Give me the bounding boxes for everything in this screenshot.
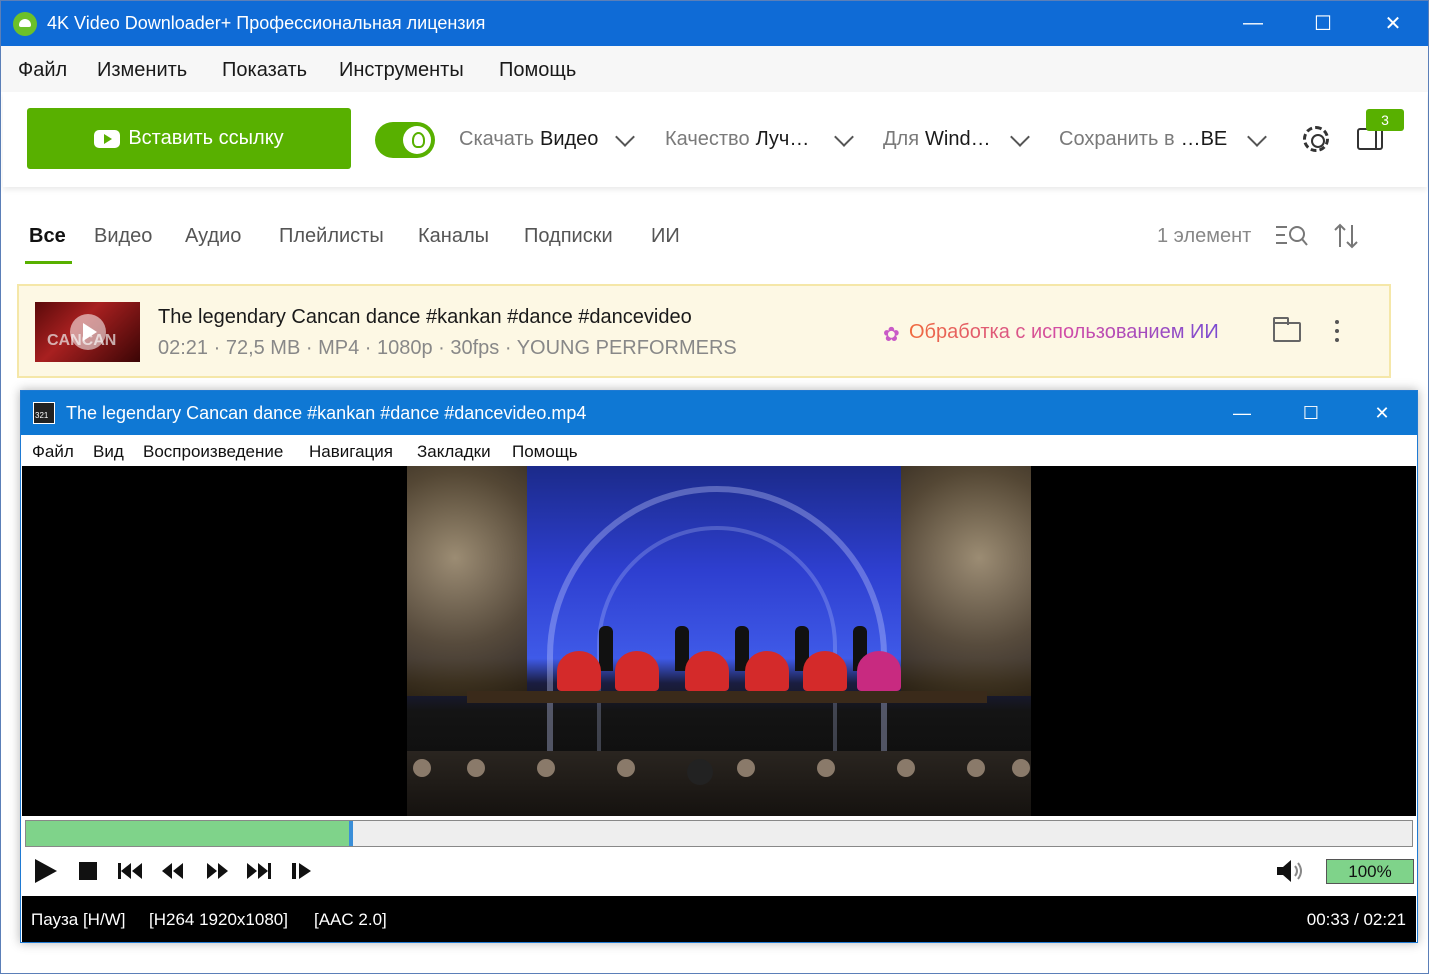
menu-tools[interactable]: Инструменты — [339, 59, 464, 82]
download-type-value: Видео — [540, 128, 599, 150]
tab-audio[interactable]: Аудио — [185, 225, 241, 248]
title-bar: 4K Video Downloader+ Профессиональная ли… — [1, 1, 1428, 46]
save-location-dropdown[interactable]: Сохранить в …BE — [1059, 128, 1227, 151]
player-title: The legendary Cancan dance #kankan #danc… — [66, 403, 587, 423]
play-icon[interactable] — [70, 314, 106, 350]
player-menu-file[interactable]: Файл — [32, 442, 74, 462]
format-dropdown[interactable]: Для Wind… — [883, 128, 991, 151]
frame-step-icon[interactable] — [289, 857, 317, 885]
quality-dropdown[interactable]: Качество Луч… — [665, 128, 809, 151]
download-item[interactable]: CANCAN The legendary Cancan dance #kanka… — [17, 284, 1391, 378]
orchestra-pit — [407, 751, 1031, 816]
status-audio-codec: [AAC 2.0] — [314, 910, 387, 929]
video-thumbnail[interactable]: CANCAN — [35, 302, 140, 362]
tab-all[interactable]: Все — [29, 225, 66, 248]
chevron-down-icon[interactable] — [1010, 127, 1030, 147]
queue-icon[interactable] — [1357, 128, 1383, 150]
stage-foliage-left — [407, 466, 527, 696]
active-tab-indicator — [25, 261, 72, 264]
paste-link-label: Вставить ссылку — [128, 127, 284, 149]
seek-handle[interactable] — [349, 821, 354, 846]
toolbar: Вставить ссылку Скачать Видео Качество Луч… — [3, 92, 1427, 187]
player-menu-bookmarks[interactable]: Закладки — [417, 442, 491, 462]
player-status-bar: Пауза [H/W] [H264 1920x1080] [AAC 2.0] 0… — [22, 896, 1416, 942]
player-menu-help[interactable]: Помощь — [512, 442, 578, 462]
player-menu-bar: Файл Вид Воспроизведение Навигация Закла… — [21, 435, 1417, 466]
player-close-icon[interactable]: ✕ — [1347, 391, 1417, 435]
app-window: 4K Video Downloader+ Профессиональная ли… — [0, 0, 1429, 974]
sort-icon[interactable] — [1333, 223, 1359, 249]
item-meta: 02:21 · 72,5 MB · MP4 · 1080p · 30fps · … — [158, 337, 737, 359]
chevron-down-icon[interactable] — [615, 127, 635, 147]
folder-icon[interactable] — [1273, 317, 1301, 342]
tab-subscriptions[interactable]: Подписки — [524, 225, 613, 248]
dancers — [557, 626, 901, 691]
playback-controls: 100% — [21, 849, 1417, 893]
save-location-value: …BE — [1180, 128, 1228, 150]
minimize-icon[interactable]: — — [1218, 1, 1288, 46]
player-logo-icon — [33, 402, 55, 424]
chevron-down-icon[interactable] — [1247, 127, 1267, 147]
more-options-icon[interactable] — [1335, 320, 1341, 346]
seek-bar[interactable] — [25, 820, 1413, 847]
player-maximize-icon[interactable]: ☐ — [1276, 391, 1346, 435]
paste-link-button[interactable]: Вставить ссылку — [27, 108, 351, 169]
menu-view[interactable]: Показать — [222, 59, 307, 82]
previous-icon[interactable] — [116, 857, 144, 885]
search-list-icon[interactable] — [1275, 223, 1309, 249]
volume-level[interactable]: 100% — [1326, 859, 1414, 884]
close-icon[interactable]: ✕ — [1358, 1, 1428, 46]
player-menu-navigation[interactable]: Навигация — [309, 442, 393, 462]
ai-processing-link[interactable]: Обработка с использованием ИИ — [909, 321, 1219, 344]
fast-forward-icon[interactable] — [203, 857, 231, 885]
chevron-down-icon[interactable] — [834, 127, 854, 147]
maximize-icon[interactable]: ☐ — [1288, 1, 1358, 46]
quality-value: Луч… — [755, 128, 810, 150]
player-minimize-icon[interactable]: — — [1207, 391, 1277, 435]
quality-label: Качество — [665, 128, 750, 150]
ai-sparkle-icon: ✿ — [883, 324, 900, 346]
stage-foliage-right — [901, 466, 1031, 696]
status-state: Пауза [H/W] — [31, 910, 126, 929]
format-label: Для — [883, 128, 920, 150]
rewind-icon[interactable] — [159, 857, 187, 885]
lightbulb-icon — [403, 126, 431, 154]
tab-playlists[interactable]: Плейлисты — [279, 225, 384, 248]
save-location-label: Сохранить в — [1059, 128, 1175, 150]
menu-edit[interactable]: Изменить — [97, 59, 187, 82]
gear-icon[interactable] — [1303, 126, 1329, 152]
download-type-dropdown[interactable]: Скачать Видео — [459, 128, 598, 151]
player-title-bar: The legendary Cancan dance #kankan #danc… — [21, 391, 1417, 435]
media-player-window: The legendary Cancan dance #kankan #danc… — [20, 390, 1418, 943]
queue-badge: 3 — [1366, 109, 1404, 131]
player-menu-view[interactable]: Вид — [93, 442, 124, 462]
menu-help[interactable]: Помощь — [499, 59, 576, 82]
app-logo-icon — [13, 12, 37, 36]
stop-icon[interactable] — [74, 857, 102, 885]
seek-progress — [26, 821, 352, 846]
stage-floor — [467, 691, 987, 703]
youtube-icon — [94, 129, 121, 148]
smart-mode-toggle[interactable] — [375, 122, 435, 158]
volume-icon[interactable] — [1275, 857, 1309, 885]
tab-video[interactable]: Видео — [94, 225, 152, 248]
item-count: 1 элемент — [1157, 225, 1252, 247]
next-icon[interactable] — [245, 857, 273, 885]
download-type-label: Скачать — [459, 128, 534, 150]
window-title: 4K Video Downloader+ Профессиональная ли… — [47, 13, 486, 33]
tab-ai[interactable]: ИИ — [651, 225, 680, 248]
item-title: The legendary Cancan dance #kankan #danc… — [158, 306, 692, 328]
status-video-codec: [H264 1920x1080] — [149, 910, 288, 929]
play-icon[interactable] — [31, 857, 59, 885]
menu-bar: Файл Изменить Показать Инструменты Помощ… — [1, 46, 1428, 92]
video-frame — [407, 466, 1031, 816]
video-display[interactable] — [22, 466, 1416, 816]
player-menu-playback[interactable]: Воспроизведение — [143, 442, 283, 462]
status-time: 00:33 / 02:21 — [1306, 910, 1406, 929]
menu-file[interactable]: Файл — [18, 59, 67, 82]
format-value: Wind… — [925, 128, 991, 150]
tab-channels[interactable]: Каналы — [418, 225, 489, 248]
